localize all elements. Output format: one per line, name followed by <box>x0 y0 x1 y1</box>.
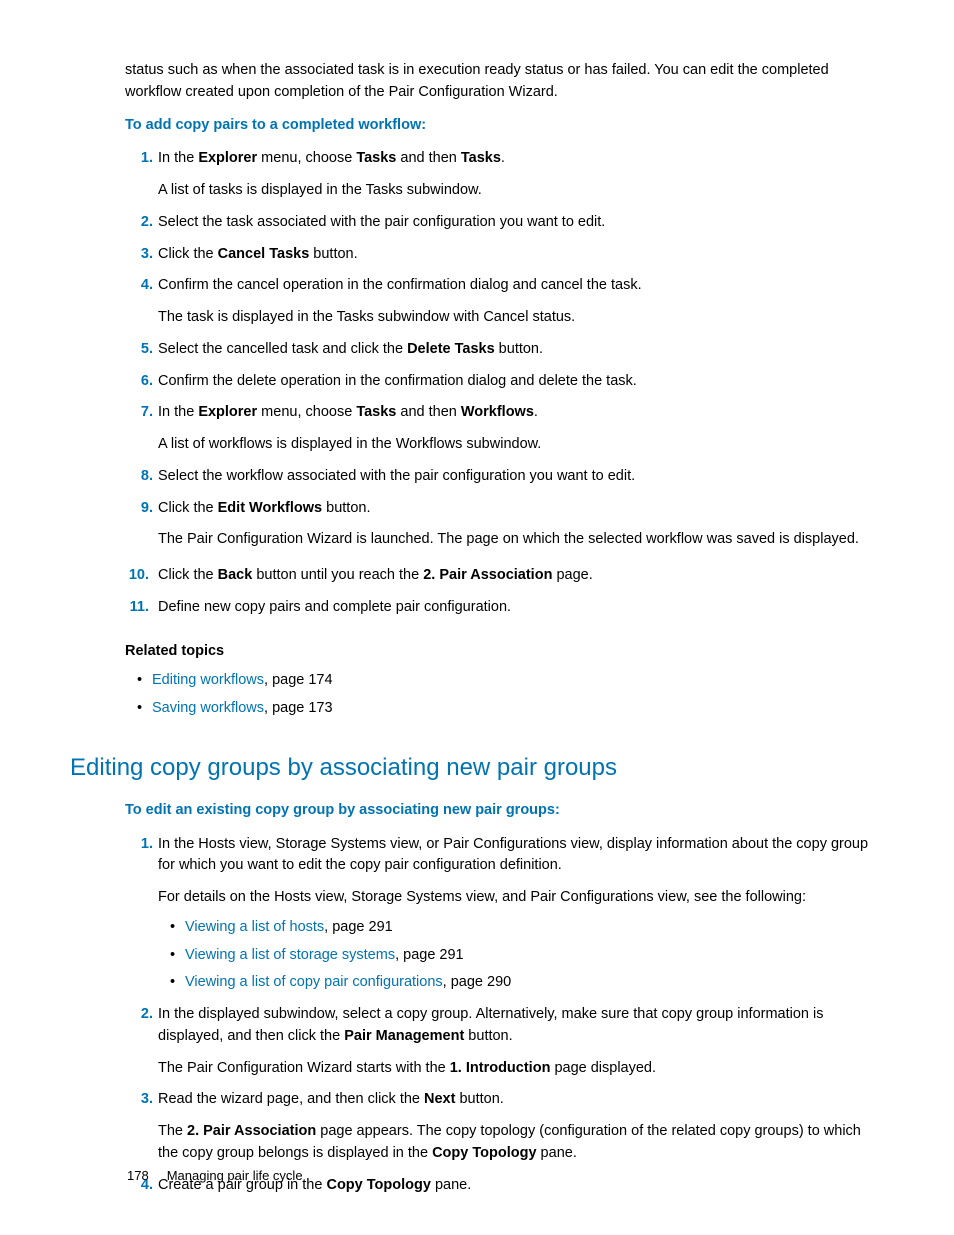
related-item: Saving workflows, page 173 <box>125 698 884 720</box>
step-text: Click the Back button until you reach th… <box>158 567 593 583</box>
step-number: 5. <box>125 339 153 361</box>
step-3: 3. Read the wizard page, and then click … <box>125 1089 884 1164</box>
step-2: 2. In the displayed subwindow, select a … <box>125 1004 884 1079</box>
step-followup: A list of tasks is displayed in the Task… <box>158 180 884 202</box>
step-followup: A list of workflows is displayed in the … <box>158 434 884 456</box>
step-number: 1. <box>125 148 153 170</box>
step-9: 9. Click the Edit Workflows button. The … <box>125 498 884 552</box>
step-8: 8. Select the workflow associated with t… <box>125 466 884 488</box>
step-text: Select the task associated with the pair… <box>158 214 605 230</box>
step-number: 11. <box>117 597 149 619</box>
step-3: 3. Click the Cancel Tasks button. <box>125 244 884 266</box>
step-text: Select the cancelled task and click the … <box>158 341 543 357</box>
step-text: In the Hosts view, Storage Systems view,… <box>158 836 868 874</box>
step-text: Click the Edit Workflows button. <box>158 500 370 516</box>
step-number: 10. <box>117 565 149 587</box>
step-text: Select the workflow associated with the … <box>158 468 635 484</box>
step-followup: The Pair Configuration Wizard is launche… <box>158 529 884 551</box>
link-editing-workflows[interactable]: Editing workflows <box>152 672 264 688</box>
inner-bullet-list: Viewing a list of hosts, page 291 Viewin… <box>158 917 884 994</box>
step-11: 11. Define new copy pairs and complete p… <box>125 597 884 619</box>
step-number: 1. <box>125 834 153 856</box>
step-5: 5. Select the cancelled task and click t… <box>125 339 884 361</box>
intro-paragraph: status such as when the associated task … <box>125 60 884 104</box>
step-number: 8. <box>125 466 153 488</box>
step-6: 6. Confirm the delete operation in the c… <box>125 371 884 393</box>
related-topics-heading: Related topics <box>125 641 884 663</box>
ordered-list-2: 1. In the Hosts view, Storage Systems vi… <box>125 834 884 1197</box>
step-7: 7. In the Explorer menu, choose Tasks an… <box>125 402 884 456</box>
step-text: In the displayed subwindow, select a cop… <box>158 1006 824 1044</box>
step-1: 1. In the Explorer menu, choose Tasks an… <box>125 148 884 202</box>
step-text: Read the wizard page, and then click the… <box>158 1091 504 1107</box>
ordered-list-1: 1. In the Explorer menu, choose Tasks an… <box>125 148 884 551</box>
subheading-add-copy-pairs: To add copy pairs to a completed workflo… <box>125 115 884 137</box>
step-10: 10. Click the Back button until you reac… <box>125 565 884 587</box>
step-text: Confirm the delete operation in the conf… <box>158 373 637 389</box>
step-text: Confirm the cancel operation in the conf… <box>158 277 642 293</box>
step-1: 1. In the Hosts view, Storage Systems vi… <box>125 834 884 995</box>
step-text: Click the Cancel Tasks button. <box>158 246 358 262</box>
step-4: 4. Confirm the cancel operation in the c… <box>125 275 884 329</box>
step-number: 6. <box>125 371 153 393</box>
related-item: Editing workflows, page 174 <box>125 670 884 692</box>
step-text: In the Explorer menu, choose Tasks and t… <box>158 150 505 166</box>
link-view-storage[interactable]: Viewing a list of storage systems <box>185 947 395 963</box>
step-number: 3. <box>125 1089 153 1111</box>
inner-bullet: Viewing a list of hosts, page 291 <box>158 917 884 939</box>
step-number: 2. <box>125 212 153 234</box>
link-saving-workflows[interactable]: Saving workflows <box>152 700 264 716</box>
step-followup: The 2. Pair Association page appears. Th… <box>158 1121 884 1165</box>
ordered-list-1-cont: 10. Click the Back button until you reac… <box>125 565 884 619</box>
link-view-hosts[interactable]: Viewing a list of hosts <box>185 919 324 935</box>
inner-bullet: Viewing a list of storage systems, page … <box>158 945 884 967</box>
subheading-edit-copy-group: To edit an existing copy group by associ… <box>125 800 884 822</box>
chapter-title: Managing pair life cycle <box>167 1168 303 1183</box>
step-followup: The Pair Configuration Wizard starts wit… <box>158 1058 884 1080</box>
step-followup: The task is displayed in the Tasks subwi… <box>158 307 884 329</box>
step-followup: For details on the Hosts view, Storage S… <box>158 887 884 909</box>
step-number: 3. <box>125 244 153 266</box>
step-number: 9. <box>125 498 153 520</box>
link-view-copy-pair[interactable]: Viewing a list of copy pair configuratio… <box>185 974 443 990</box>
page-footer: 178 Managing pair life cycle <box>127 1166 303 1186</box>
step-number: 4. <box>125 275 153 297</box>
step-text: In the Explorer menu, choose Tasks and t… <box>158 404 538 420</box>
step-2: 2. Select the task associated with the p… <box>125 212 884 234</box>
step-number: 7. <box>125 402 153 424</box>
step-text: Define new copy pairs and complete pair … <box>158 599 511 615</box>
page-content: status such as when the associated task … <box>125 60 884 1196</box>
page-number: 178 <box>127 1168 149 1183</box>
inner-bullet: Viewing a list of copy pair configuratio… <box>158 972 884 994</box>
step-number: 2. <box>125 1004 153 1026</box>
related-topics-list: Editing workflows, page 174 Saving workf… <box>125 670 884 720</box>
document-page: status such as when the associated task … <box>0 0 954 1235</box>
section-heading: Editing copy groups by associating new p… <box>70 750 884 786</box>
